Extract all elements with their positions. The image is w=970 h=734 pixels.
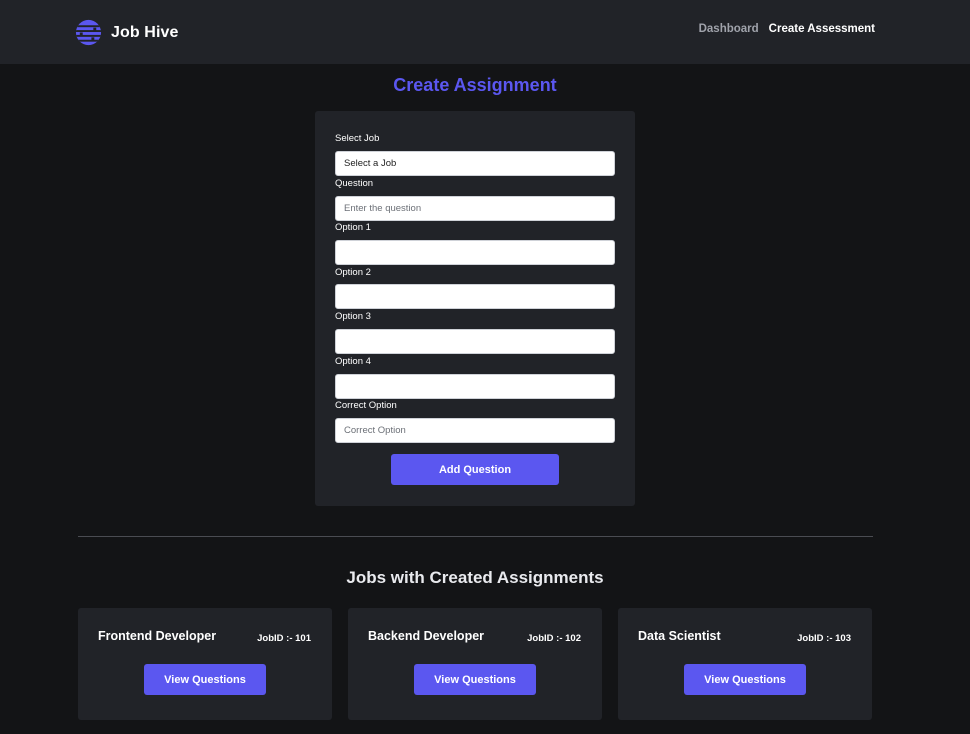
job-card: Backend Developer JobID :- 102 View Ques… (348, 608, 602, 720)
option-4-input[interactable] (335, 374, 615, 399)
page-title: Create Assignment (393, 75, 557, 95)
brand-name: Job Hive (111, 23, 179, 41)
view-questions-button[interactable]: View Questions (414, 664, 536, 695)
job-card: Frontend Developer JobID :- 101 View Que… (78, 608, 332, 720)
job-id: JobID :- 102 (527, 633, 581, 644)
main-nav: Dashboard Create Assessment (699, 23, 875, 35)
job-id: JobID :- 103 (797, 633, 851, 644)
job-card: Data Scientist JobID :- 103 View Questio… (618, 608, 872, 720)
option-2-label: Option 2 (335, 267, 371, 278)
select-job-label: Select Job (335, 133, 380, 144)
option-3-input[interactable] (335, 329, 615, 354)
nav-create-assessment-link[interactable]: Create Assessment (769, 23, 875, 35)
option-4-label: Option 4 (335, 356, 371, 367)
hive-globe-icon (75, 19, 102, 46)
nav-dashboard-link[interactable]: Dashboard (699, 23, 759, 35)
question-input[interactable] (335, 196, 615, 221)
add-question-button[interactable]: Add Question (391, 454, 559, 485)
top-navbar: Job Hive Dashboard Create Assessment (0, 0, 970, 64)
correct-option-input[interactable] (335, 418, 615, 443)
section-divider (78, 536, 873, 537)
select-job-dropdown[interactable]: Select a Job (335, 151, 615, 176)
job-title: Frontend Developer (98, 629, 217, 643)
jobs-section-title: Jobs with Created Assignments (346, 568, 604, 587)
brand[interactable]: Job Hive (74, 18, 179, 47)
job-id: JobID :- 101 (257, 633, 311, 644)
create-assignment-form: Select Job Select a Job Question Option … (315, 111, 635, 506)
job-title: Data Scientist (638, 629, 721, 643)
question-label: Question (335, 178, 374, 189)
view-questions-button[interactable]: View Questions (144, 664, 266, 695)
option-1-input[interactable] (335, 240, 615, 265)
view-questions-button[interactable]: View Questions (684, 664, 806, 695)
job-title: Backend Developer (368, 629, 485, 643)
option-3-label: Option 3 (335, 311, 371, 322)
correct-option-label: Correct Option (335, 400, 397, 411)
option-2-input[interactable] (335, 284, 615, 309)
option-1-label: Option 1 (335, 222, 371, 233)
